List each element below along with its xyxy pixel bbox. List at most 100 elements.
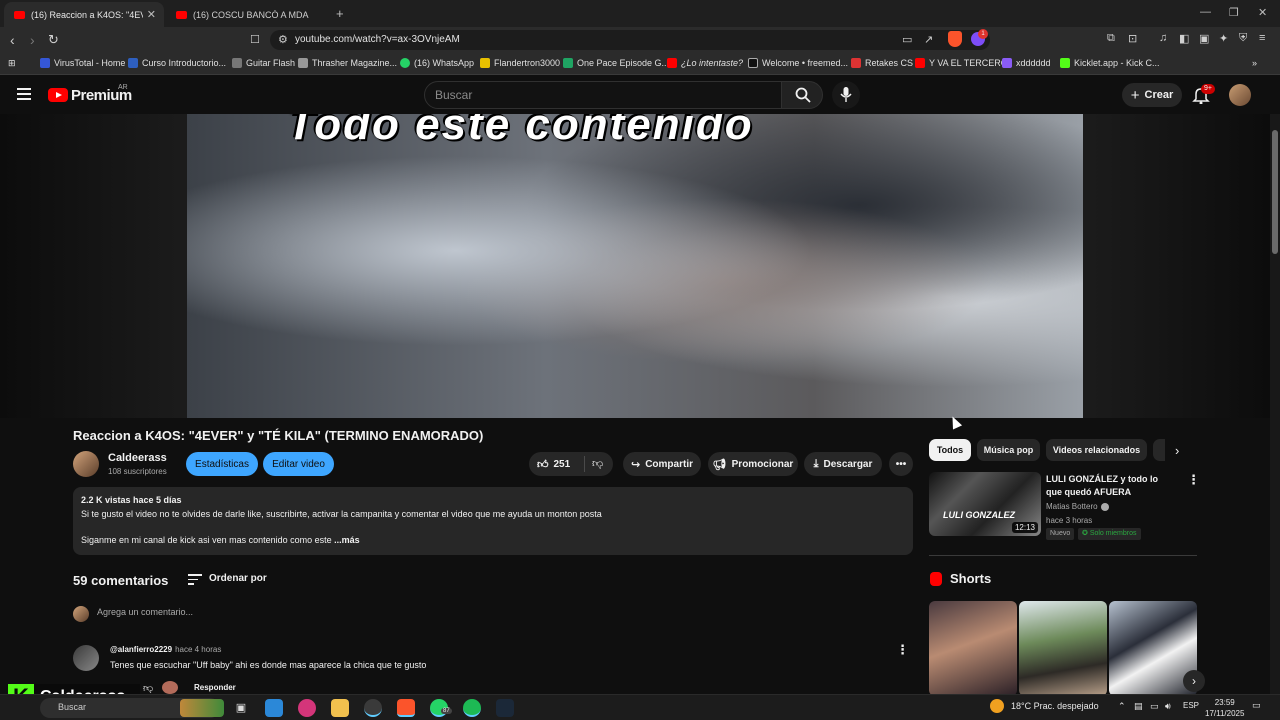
download-button[interactable]: ⤓ Descargar <box>804 452 882 476</box>
comment-author[interactable]: @alanfierro2229 <box>110 645 172 654</box>
back-icon[interactable]: ‹ <box>10 32 15 48</box>
dislike-icon[interactable]: 👎︎ <box>592 457 603 470</box>
commenter-avatar[interactable] <box>73 645 99 671</box>
leo-ai-icon[interactable]: ✦ <box>1219 32 1228 45</box>
comment-menu-icon[interactable]: ⋮ <box>896 642 909 658</box>
forward-icon[interactable]: › <box>30 32 35 48</box>
more-actions-button[interactable]: ••• <box>889 452 913 476</box>
new-tab-icon[interactable]: + <box>336 6 344 21</box>
bookmark-item[interactable]: Curso Introductorio... <box>128 58 226 68</box>
weather-text[interactable]: 18°C Prac. despejado <box>1011 701 1099 711</box>
bookmark-item[interactable]: One Pace Episode G... <box>563 58 669 68</box>
short-thumbnail[interactable] <box>929 601 1017 696</box>
bookmark-item[interactable]: Guitar Flash <box>232 58 295 68</box>
close-window-icon[interactable]: ✕ <box>1258 6 1267 19</box>
steam-icon[interactable] <box>496 699 514 717</box>
task-view-icon[interactable]: ▣ <box>232 699 250 717</box>
restore-icon[interactable]: ❐ <box>1229 6 1239 19</box>
bookmark-item[interactable]: (16) WhatsApp <box>400 58 474 68</box>
recommended-channel[interactable]: Matias Bottero <box>1046 502 1109 511</box>
apps-grid-icon[interactable]: ⊞ <box>8 58 16 69</box>
recommended-thumbnail[interactable]: LULI GONZALEZ 12:13 <box>929 472 1041 536</box>
notification-center-icon[interactable]: ▭ <box>1252 700 1261 711</box>
close-tab-icon[interactable]: ✕ <box>147 8 156 21</box>
extensions-icon[interactable]: ⧉ <box>1107 32 1115 45</box>
recommended-menu-icon[interactable]: ⋮ <box>1187 472 1200 488</box>
hamburger-menu-icon[interactable] <box>17 88 31 103</box>
youtube-logo-icon[interactable] <box>48 88 68 102</box>
language-indicator[interactable]: ESP <box>1183 701 1199 710</box>
file-explorer-icon[interactable] <box>331 699 349 717</box>
voice-search-button[interactable] <box>832 81 860 109</box>
shorts-next-icon[interactable]: › <box>1183 670 1205 692</box>
like-icon[interactable]: 👍︎ <box>537 458 549 471</box>
search-input[interactable] <box>435 88 755 102</box>
share-button[interactable]: ↪ Compartir <box>623 452 701 476</box>
promote-button[interactable]: 📢︎ Promocionar <box>708 452 798 476</box>
tab-search-icon[interactable]: ⊡ <box>1128 32 1137 45</box>
store-icon[interactable] <box>265 699 283 717</box>
volume-icon[interactable]: 🔊︎ <box>1165 701 1171 712</box>
brave-shields-icon[interactable] <box>948 31 962 47</box>
brave-taskbar-icon[interactable] <box>397 699 415 717</box>
network-icon[interactable]: ▭ <box>1150 701 1159 712</box>
browser-tab[interactable]: (16) COSCU BANCÓ A MDA NOTICIA <box>166 2 326 27</box>
sort-by-button[interactable]: Ordenar por <box>209 573 267 584</box>
sidebar-icon[interactable]: ◧ <box>1179 32 1189 45</box>
description-box[interactable]: 2.2 K vistas hace 5 días Si te gusto el … <box>73 487 913 555</box>
create-button[interactable]: + Crear <box>1122 83 1182 107</box>
bookmark-item[interactable]: VirusTotal - Home <box>40 58 125 68</box>
bookmark-icon[interactable]: ☐ <box>250 33 260 46</box>
bookmark-item[interactable]: ¿Lo intentaste? <box>667 58 743 68</box>
edit-video-button[interactable]: Editar video <box>263 452 334 476</box>
media-icon[interactable]: ♫ <box>1159 32 1167 44</box>
tray-expand-icon[interactable]: ⌃ <box>1118 701 1126 712</box>
video-player[interactable]: Todo este contenido <box>187 114 1083 418</box>
cast-icon[interactable]: ▭ <box>902 33 912 46</box>
more-bookmarks-icon[interactable]: » <box>1252 58 1257 68</box>
recommended-title[interactable]: LULI GONZÁLEZ y todo lo que quedó AFUERA <box>1046 473 1176 499</box>
taskbar-clock[interactable]: 23:59 17/11/2025 <box>1205 697 1244 719</box>
scrollbar-thumb[interactable] <box>1272 130 1278 254</box>
chrome-icon[interactable] <box>364 699 382 717</box>
bookmark-item[interactable]: Welcome • freemed... <box>748 58 848 68</box>
chip-all[interactable]: Todos <box>929 439 971 461</box>
account-avatar[interactable] <box>1229 84 1251 106</box>
menu-icon[interactable]: ≡ <box>1259 32 1265 44</box>
dislike-comment-icon[interactable]: 👎︎ <box>143 682 153 694</box>
add-comment-input[interactable]: Agrega un comentario... <box>97 607 193 617</box>
chip-related-videos[interactable]: Videos relacionados <box>1046 439 1147 461</box>
chip-partial[interactable] <box>1153 439 1165 461</box>
channel-name[interactable]: Caldeerass <box>108 452 167 464</box>
search-button[interactable] <box>781 81 823 109</box>
bookmark-item[interactable]: Flandertron3000 <box>480 58 560 68</box>
channel-avatar[interactable] <box>73 451 99 477</box>
weather-icon[interactable] <box>990 699 1004 713</box>
reply-button[interactable]: Responder <box>194 683 236 692</box>
site-info-icon[interactable]: ⚙ <box>278 33 288 46</box>
chip-pop-music[interactable]: Música pop <box>977 439 1040 461</box>
app-icon[interactable] <box>298 699 316 717</box>
comment-time[interactable]: hace 4 horas <box>175 645 221 654</box>
share-icon[interactable]: ↗ <box>924 33 933 46</box>
like-count[interactable]: 251 <box>554 459 571 470</box>
wallet-icon[interactable]: ▣ <box>1199 32 1209 45</box>
statistics-button[interactable]: Estadísticas <box>186 452 258 476</box>
show-more-link[interactable]: ...más <box>334 535 360 545</box>
short-thumbnail[interactable] <box>1019 601 1107 696</box>
chips-next-icon[interactable]: › <box>1175 443 1179 458</box>
reload-icon[interactable]: ↻ <box>48 32 59 48</box>
minimize-icon[interactable]: — <box>1200 6 1211 18</box>
bookmark-item[interactable]: Retakes CS <box>851 58 913 68</box>
search-highlight-icon[interactable] <box>180 699 224 717</box>
tray-app-icon[interactable]: ▤ <box>1134 701 1143 712</box>
spotify-icon[interactable] <box>463 699 481 717</box>
bookmark-item[interactable]: Y VA EL TERCERO <box>915 58 1008 68</box>
browser-tab-active[interactable]: (16) Reaccion a K4OS: "4EVER" y ✕ <box>4 2 164 27</box>
bookmark-item[interactable]: xdddddd <box>1002 58 1051 68</box>
vpn-icon[interactable]: ⛨ <box>1239 32 1247 45</box>
bookmark-item[interactable]: Kicklet.app - Kick C... <box>1060 58 1160 68</box>
bookmark-item[interactable]: Thrasher Magazine... <box>298 58 397 68</box>
sort-icon[interactable] <box>188 574 202 588</box>
omnibox[interactable]: ⚙ youtube.com/watch?v=ax-3OVnjeAM ▭ ↗ <box>270 30 990 50</box>
